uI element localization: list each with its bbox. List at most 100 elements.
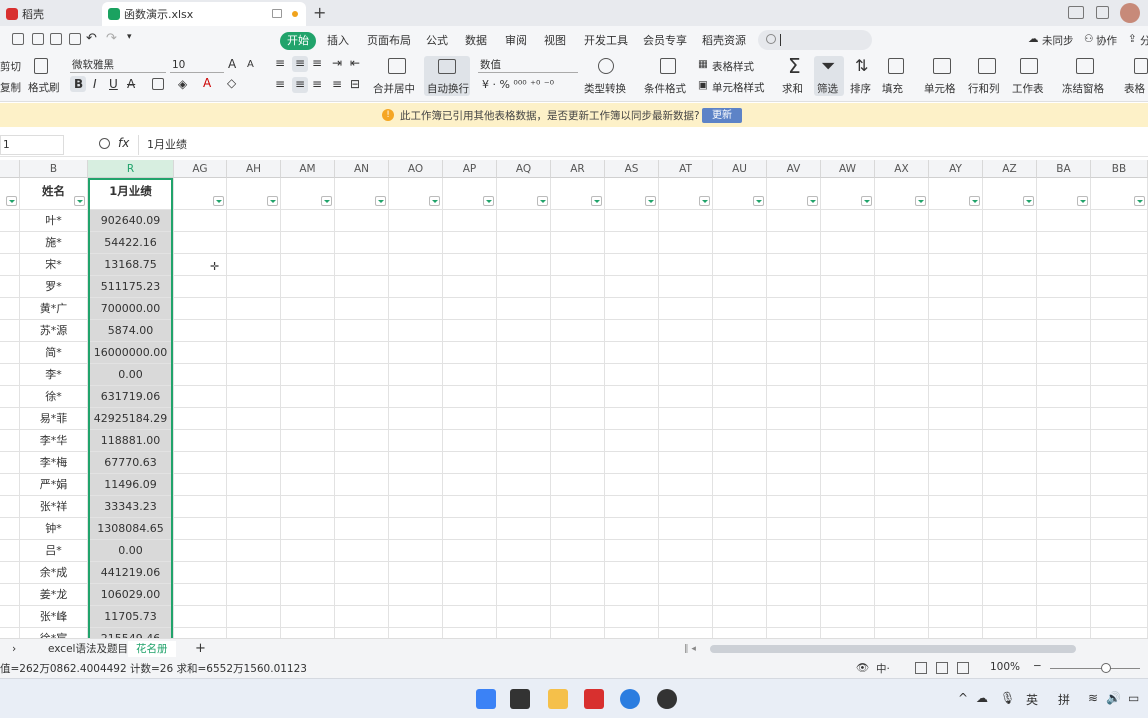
empty-cell[interactable] [227, 496, 281, 518]
empty-cell[interactable] [767, 518, 821, 540]
empty-cell[interactable] [659, 408, 713, 430]
empty-cell[interactable] [983, 540, 1037, 562]
empty-cell[interactable] [443, 430, 497, 452]
cell-name[interactable]: 钟* [20, 518, 88, 540]
empty-cell[interactable] [1091, 232, 1148, 254]
empty-cell[interactable] [929, 606, 983, 628]
empty-cell[interactable] [1037, 276, 1091, 298]
border-icon[interactable] [152, 78, 164, 90]
empty-cell[interactable] [983, 364, 1037, 386]
empty-cell[interactable] [551, 496, 605, 518]
scroll-split-icon[interactable]: ‖ ◂ [684, 641, 696, 657]
empty-cell[interactable] [335, 628, 389, 638]
empty-cell[interactable] [174, 518, 227, 540]
empty-cell[interactable] [0, 584, 20, 606]
empty-cell[interactable] [174, 452, 227, 474]
empty-cell[interactable] [443, 540, 497, 562]
sogou-icon[interactable] [620, 689, 640, 709]
empty-cell[interactable] [659, 518, 713, 540]
empty-cell[interactable] [1091, 178, 1148, 210]
empty-cell[interactable] [1037, 408, 1091, 430]
empty-cell[interactable] [174, 210, 227, 232]
empty-cell[interactable] [821, 496, 875, 518]
font-name-select[interactable]: 微软雅黑 [70, 57, 166, 73]
empty-cell[interactable] [0, 254, 20, 276]
empty-cell[interactable] [875, 254, 929, 276]
empty-cell[interactable] [0, 474, 20, 496]
empty-cell[interactable] [389, 628, 443, 638]
page-break-view-icon[interactable] [957, 662, 969, 674]
empty-cell[interactable] [659, 342, 713, 364]
page-layout-view-icon[interactable] [936, 662, 948, 674]
window-pin-icon[interactable] [272, 9, 282, 18]
column-header-partial[interactable] [0, 160, 20, 178]
empty-cell[interactable] [0, 452, 20, 474]
empty-cell[interactable] [551, 320, 605, 342]
column-header-ao[interactable]: AO [389, 160, 443, 178]
empty-cell[interactable] [983, 518, 1037, 540]
empty-cell[interactable] [659, 320, 713, 342]
empty-cell[interactable] [551, 518, 605, 540]
empty-cell[interactable] [389, 606, 443, 628]
empty-cell[interactable] [497, 606, 551, 628]
empty-cell[interactable] [875, 386, 929, 408]
empty-cell[interactable] [443, 298, 497, 320]
cell-name[interactable]: 张*祥 [20, 496, 88, 518]
empty-cell[interactable] [983, 408, 1037, 430]
empty-cell[interactable] [1091, 584, 1148, 606]
empty-cell[interactable] [1037, 496, 1091, 518]
empty-cell[interactable] [983, 298, 1037, 320]
cell-sales[interactable]: 11705.73 [88, 606, 174, 628]
cell-name[interactable]: 宋* [20, 254, 88, 276]
empty-cell[interactable] [1091, 298, 1148, 320]
empty-cell[interactable] [174, 178, 227, 210]
task-view-icon[interactable] [510, 689, 530, 709]
empty-cell[interactable] [767, 320, 821, 342]
empty-cell[interactable] [389, 452, 443, 474]
empty-cell[interactable] [1037, 364, 1091, 386]
empty-cell[interactable] [713, 298, 767, 320]
empty-cell[interactable] [335, 254, 389, 276]
column-header-am[interactable]: AM [281, 160, 335, 178]
empty-cell[interactable] [281, 430, 335, 452]
empty-cell[interactable] [281, 342, 335, 364]
menu-page-layout[interactable]: 页面布局 [367, 32, 411, 50]
empty-cell[interactable] [713, 276, 767, 298]
empty-cell[interactable] [0, 562, 20, 584]
empty-cell[interactable] [875, 408, 929, 430]
empty-cell[interactable] [983, 562, 1037, 584]
empty-cell[interactable] [174, 562, 227, 584]
empty-cell[interactable] [659, 276, 713, 298]
empty-cell[interactable] [767, 496, 821, 518]
empty-cell[interactable] [659, 496, 713, 518]
export-icon[interactable] [32, 33, 44, 45]
empty-cell[interactable] [0, 178, 20, 210]
empty-cell[interactable] [605, 518, 659, 540]
column-header-ay[interactable]: AY [929, 160, 983, 178]
cut-button[interactable]: 剪切 [0, 59, 21, 74]
update-button[interactable]: 更新 [702, 108, 742, 123]
empty-cell[interactable] [335, 540, 389, 562]
empty-cell[interactable] [0, 298, 20, 320]
cell-name[interactable]: 姜*龙 [20, 584, 88, 606]
wrap-text-button[interactable]: 自动换行 [424, 56, 470, 96]
save-icon[interactable] [12, 33, 24, 45]
empty-cell[interactable] [821, 518, 875, 540]
empty-cell[interactable] [713, 452, 767, 474]
empty-cell[interactable] [389, 342, 443, 364]
column-header-b[interactable]: B [20, 160, 88, 178]
empty-cell[interactable] [1037, 562, 1091, 584]
empty-cell[interactable] [281, 386, 335, 408]
empty-cell[interactable] [605, 584, 659, 606]
sheet-nav-icon[interactable]: › [12, 641, 16, 657]
empty-cell[interactable] [389, 562, 443, 584]
empty-cell[interactable] [497, 386, 551, 408]
empty-cell[interactable] [605, 430, 659, 452]
row-col-button[interactable]: 行和列 [968, 81, 1000, 96]
empty-cell[interactable] [875, 540, 929, 562]
empty-cell[interactable] [983, 276, 1037, 298]
align-center-button[interactable]: ≡ [292, 77, 308, 93]
empty-cell[interactable] [1037, 430, 1091, 452]
empty-cell[interactable] [174, 408, 227, 430]
empty-cell[interactable] [443, 606, 497, 628]
